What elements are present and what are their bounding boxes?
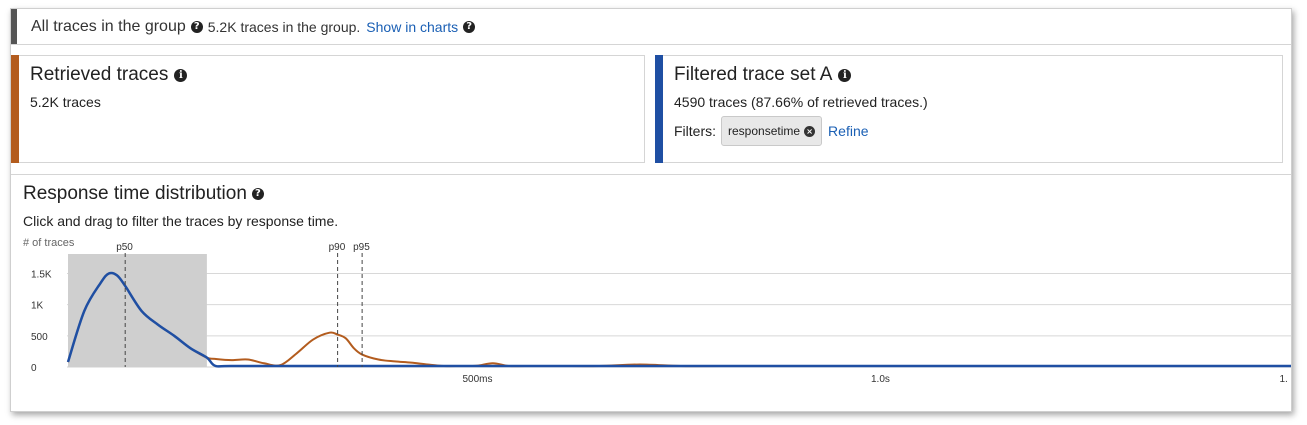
- question-icon[interactable]: ?: [190, 20, 203, 33]
- filters-label: Filters:: [674, 123, 716, 139]
- filtered-trace-set-title: Filtered trace set A i: [674, 64, 852, 86]
- retrieved-traces-panel: Retrieved traces i 5.2K traces: [11, 55, 645, 163]
- filtered-traces-series-line: [66, 271, 1291, 368]
- retrieved-accent-bar: [11, 55, 19, 163]
- remove-filter-icon[interactable]: ×: [804, 125, 816, 137]
- refine-link[interactable]: Refine: [828, 123, 868, 139]
- retrieved-trace-count: 5.2K traces: [30, 94, 101, 110]
- trace-analytics-frame: All traces in the group ? 5.2K traces in…: [10, 8, 1292, 412]
- show-in-charts-link[interactable]: Show in charts: [366, 19, 458, 35]
- response-time-chart[interactable]: # of traces p50 p90 p95 1.5K 1K 500 0 500ms 1.…: [11, 175, 1291, 413]
- y-tick-label: 500: [31, 332, 48, 343]
- filtered-trace-set-title-text: Filtered trace set A: [674, 64, 833, 85]
- filtered-accent-bar: [655, 55, 663, 163]
- info-icon[interactable]: i: [838, 68, 852, 82]
- response-time-distribution: Response time distribution ? Click and d…: [11, 174, 1291, 412]
- group-title: All traces in the group: [31, 17, 186, 35]
- filtered-trace-set-panel: Filtered trace set A i 4590 traces (87.6…: [655, 55, 1283, 163]
- question-icon[interactable]: ?: [463, 20, 476, 33]
- filtered-trace-count: 4590 traces (87.66% of retrieved traces.…: [674, 94, 928, 110]
- info-icon[interactable]: i: [174, 68, 188, 82]
- x-tick-label: 1.0s: [871, 374, 890, 385]
- filters-row: Filters: responsetime × Refine: [674, 116, 869, 146]
- group-trace-count: 5.2K traces in the group.: [207, 18, 361, 35]
- percentile-label-p95: p95: [353, 242, 370, 253]
- x-tick-label: 1.: [1280, 374, 1288, 385]
- y-tick-label: 0: [31, 363, 37, 374]
- x-tick-label: 500ms: [463, 374, 493, 385]
- filter-chip-responsetime[interactable]: responsetime ×: [721, 116, 823, 146]
- group-summary-content: All traces in the group ? 5.2K traces in…: [31, 18, 480, 36]
- retrieved-traces-title: Retrieved traces i: [30, 64, 188, 86]
- y-axis-label: # of traces: [23, 237, 75, 249]
- filter-chip-label: responsetime: [728, 124, 801, 138]
- retrieved-traces-series-line: [67, 271, 1291, 368]
- percentile-label-p90: p90: [329, 242, 346, 253]
- percentile-label-p50: p50: [116, 242, 133, 253]
- y-tick-label: 1.5K: [31, 269, 52, 280]
- group-accent-bar: [11, 9, 17, 44]
- group-summary-bar: All traces in the group ? 5.2K traces in…: [11, 9, 1291, 45]
- y-tick-label: 1K: [31, 301, 44, 312]
- retrieved-traces-title-text: Retrieved traces: [30, 64, 169, 85]
- selection-range[interactable]: [68, 254, 207, 367]
